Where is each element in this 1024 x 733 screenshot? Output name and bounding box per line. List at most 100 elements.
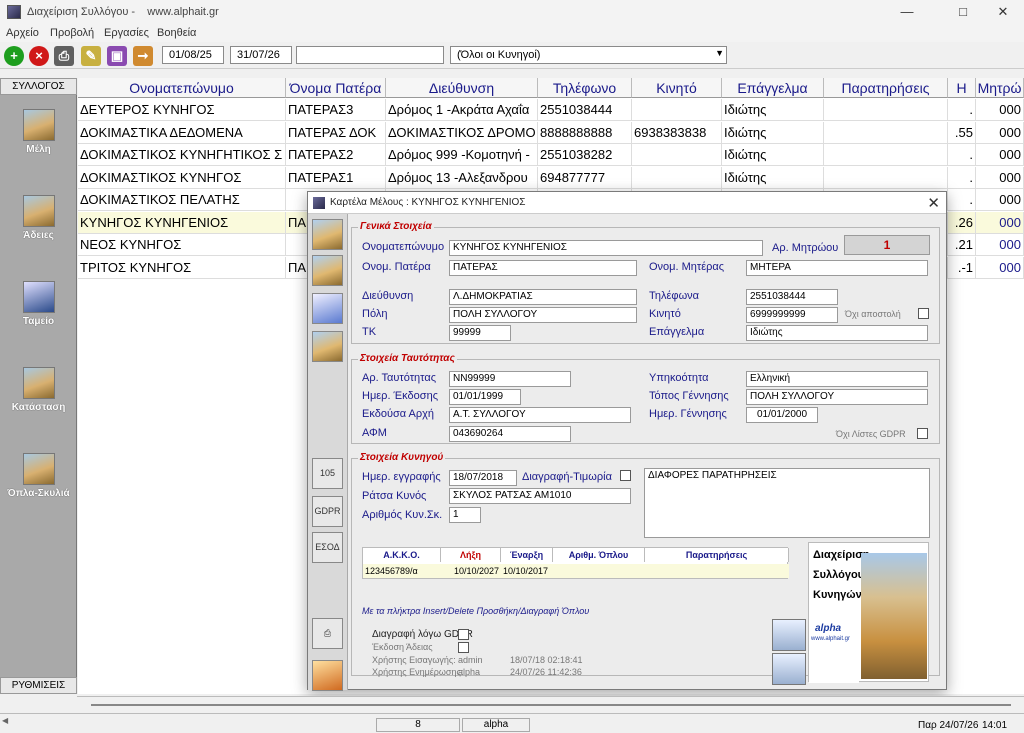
cell-h[interactable]: .26	[948, 211, 976, 234]
col-header-mobile[interactable]: Κινητό	[632, 78, 722, 98]
weapons-cell[interactable]: 123456789/α	[363, 564, 441, 578]
table-row[interactable]: ΔΟΚΙΜΑΣΤΙΚΑ ΔΕΔΟΜΕΝΑ ΠΑΤΕΡΑΣ ΔΟΚ ΔΟΚΙΜΑΣΤΙ…	[78, 121, 1024, 144]
dialog-close-icon[interactable]: ✕	[927, 194, 940, 212]
cell-name[interactable]: ΔΕΥΤΕΡΟΣ ΚΥΝΗΓΟΣ	[78, 99, 286, 121]
col-header-address[interactable]: Διεύθυνση	[386, 78, 538, 98]
cell-address[interactable]: Δρόμος 13 -Αλεξανδρου	[386, 166, 538, 189]
cell-address[interactable]: Δρόμος 999 -Κομοτηνή -	[386, 144, 538, 166]
cell-regno[interactable]: 000	[976, 256, 1024, 279]
date-from-field[interactable]: 01/08/25	[162, 46, 224, 64]
cell-mobile[interactable]	[632, 99, 722, 121]
cell-job[interactable]: Ιδιώτης	[722, 99, 824, 121]
weapons-cell[interactable]	[553, 564, 645, 578]
authority-field[interactable]: Α.Τ. ΣΥΛΛΟΓΟΥ	[449, 407, 631, 423]
notes-icon[interactable]: ✎	[81, 46, 101, 66]
cell-phone[interactable]: 2551038444	[538, 99, 632, 121]
cell-name[interactable]: ΔΟΚΙΜΑΣΤΙΚΑ ΔΕΔΟΜΕΝΑ	[78, 121, 286, 144]
mail-info-icon[interactable]	[312, 293, 343, 324]
print-icon[interactable]: ⎙	[54, 46, 74, 66]
weapons-col-akko[interactable]: Α.Κ.Κ.Ο.	[363, 548, 441, 562]
weapons-cell[interactable]: 10/10/2027	[441, 564, 501, 578]
cell-h[interactable]: .	[948, 166, 976, 189]
cell-h[interactable]: .21	[948, 234, 976, 256]
zip-field[interactable]: 99999	[449, 325, 511, 341]
dog-icon[interactable]	[312, 331, 343, 362]
weapons-cell[interactable]: 10/10/2017	[501, 564, 553, 578]
receipt-icon[interactable]: ΕΣΟΔ	[312, 532, 343, 563]
gdpr-gavel-icon[interactable]: GDPR	[312, 496, 343, 527]
cell-mobile[interactable]: 6938383838	[632, 121, 722, 144]
search-zoom-icon[interactable]	[772, 619, 806, 651]
notes-textarea[interactable]: ΔΙΑΦΟΡΕΣ ΠΑΡΑΤΗΡΗΣΕΙΣ	[644, 468, 930, 538]
table-row[interactable]: ΔΟΚΙΜΑΣΤΙΚΟΣ ΚΥΝΗΓΗΤΙΚΟΣ Σ ΠΑΤΕΡΑΣ2 Δρόμος…	[78, 144, 1024, 166]
exit-icon[interactable]: ➞	[133, 46, 153, 66]
delete-icon[interactable]: ×	[29, 46, 49, 66]
cell-notes[interactable]	[824, 166, 948, 189]
cell-mobile[interactable]	[632, 144, 722, 166]
cell-notes[interactable]	[824, 144, 948, 166]
col-header-name[interactable]: Ονοματεπώνυμο	[78, 78, 286, 98]
col-header-notes[interactable]: Παρατηρήσεις	[824, 78, 948, 98]
sidebar-settings[interactable]: ΡΥΘΜΙΣΕΙΣ	[0, 677, 77, 694]
cell-phone[interactable]: 2551038282	[538, 144, 632, 166]
cell-regno[interactable]: 000	[976, 234, 1024, 256]
cell-regno[interactable]: 000	[976, 144, 1024, 166]
hunter-icon[interactable]	[23, 109, 55, 141]
cell-h[interactable]: .55	[948, 121, 976, 144]
address-field[interactable]: Λ.ΔΗΜΟΚΡΑΤΙΑΣ	[449, 289, 637, 305]
close-icon[interactable]: ✕	[980, 2, 1024, 22]
hunter-filter-select[interactable]: (Όλοι οι Κυνηγοί) ▼	[450, 46, 727, 64]
cell-notes[interactable]	[824, 99, 948, 121]
book-icon[interactable]: ▣	[107, 46, 127, 66]
menu-tasks[interactable]: Εργασίες	[104, 27, 149, 39]
dog-icon[interactable]	[23, 367, 55, 399]
sidebar-item-status[interactable]: Κατάσταση	[0, 402, 77, 413]
regno-field[interactable]: 1	[844, 235, 930, 255]
cell-mobile[interactable]	[632, 166, 722, 189]
cell-notes[interactable]	[824, 121, 948, 144]
cell-regno[interactable]: 000	[976, 99, 1024, 121]
gdpr-delete-checkbox[interactable]	[458, 629, 469, 640]
mobile-field[interactable]: 6999999999	[746, 307, 838, 323]
col-header-job[interactable]: Επάγγελμα	[722, 78, 824, 98]
sidebar-item-members[interactable]: Μέλη	[0, 144, 77, 155]
cell-name[interactable]: ΔΟΚΙΜΑΣΤΙΚΟΣ ΚΥΝΗΓΟΣ	[78, 166, 286, 189]
city-field[interactable]: ΠΟΛΗ ΣΥΛΛΟΓΟΥ	[449, 307, 637, 323]
scroll-track[interactable]	[91, 704, 1011, 706]
cell-job[interactable]: Ιδιώτης	[722, 144, 824, 166]
issue-date-field[interactable]: 01/01/1999	[449, 389, 521, 405]
cell-father[interactable]: ΠΑΤΕΡΑΣ ΔΟΚ	[286, 121, 386, 144]
cell-h[interactable]: .	[948, 189, 976, 211]
cell-phone[interactable]: 694877777	[538, 166, 632, 189]
weapons-col-start[interactable]: Έναρξη	[501, 548, 553, 562]
menu-view[interactable]: Προβολή	[50, 27, 94, 39]
cell-regno[interactable]: 000	[976, 211, 1024, 234]
col-header-h[interactable]: Η	[948, 78, 976, 98]
cell-h[interactable]: .-1	[948, 256, 976, 279]
add-icon[interactable]: +	[4, 46, 24, 66]
cell-regno[interactable]: 000	[976, 189, 1024, 211]
exit-door-icon[interactable]	[312, 660, 343, 691]
cell-job[interactable]: Ιδιώτης	[722, 121, 824, 144]
delete-penalty-checkbox[interactable]	[620, 470, 631, 481]
sidebar-item-weapons-dogs[interactable]: Όπλα-Σκυλιά	[0, 488, 77, 499]
afm-field[interactable]: 043690264	[449, 426, 571, 442]
no-gdpr-lists-checkbox[interactable]	[917, 428, 928, 439]
cell-name[interactable]: ΔΟΚΙΜΑΣΤΙΚΟΣ ΠΕΛΑΤΗΣ	[78, 189, 286, 211]
cell-name[interactable]: ΚΥΝΗΓΟΣ ΚΥΝΗΓΕΝΙΟΣ	[78, 211, 286, 234]
license-icon[interactable]	[23, 195, 55, 227]
dog-breed-field[interactable]: ΣΚΥΛΟΣ ΡΑΤΣΑΣ ΑΜ1010	[449, 488, 631, 504]
cell-h[interactable]: .	[948, 99, 976, 121]
table-row[interactable]: ΔΟΚΙΜΑΣΤΙΚΟΣ ΚΥΝΗΓΟΣ ΠΑΤΕΡΑΣ1 Δρόμος 13 -Α…	[78, 166, 1024, 189]
weapons-col-number[interactable]: Αριθμ. Όπλου	[553, 548, 645, 562]
cell-job[interactable]: Ιδιώτης	[722, 166, 824, 189]
add-record-icon[interactable]	[772, 653, 806, 685]
cell-name[interactable]: ΤΡΙΤΟΣ ΚΥΝΗΓΟΣ	[78, 256, 286, 279]
table-row[interactable]: ΔΕΥΤΕΡΟΣ ΚΥΝΗΓΟΣ ΠΑΤΕΡΑΣ3 Δρόμος 1 -Ακράτα…	[78, 99, 1024, 121]
menu-help[interactable]: Βοηθεία	[157, 27, 196, 39]
job-field[interactable]: Ιδιώτης	[746, 325, 928, 341]
cell-father[interactable]: ΠΑΤΕΡΑΣ2	[286, 144, 386, 166]
license-icon[interactable]	[312, 255, 343, 286]
date-to-field[interactable]: 31/07/26	[230, 46, 292, 64]
horizontal-scrollbar[interactable]	[77, 696, 1024, 712]
